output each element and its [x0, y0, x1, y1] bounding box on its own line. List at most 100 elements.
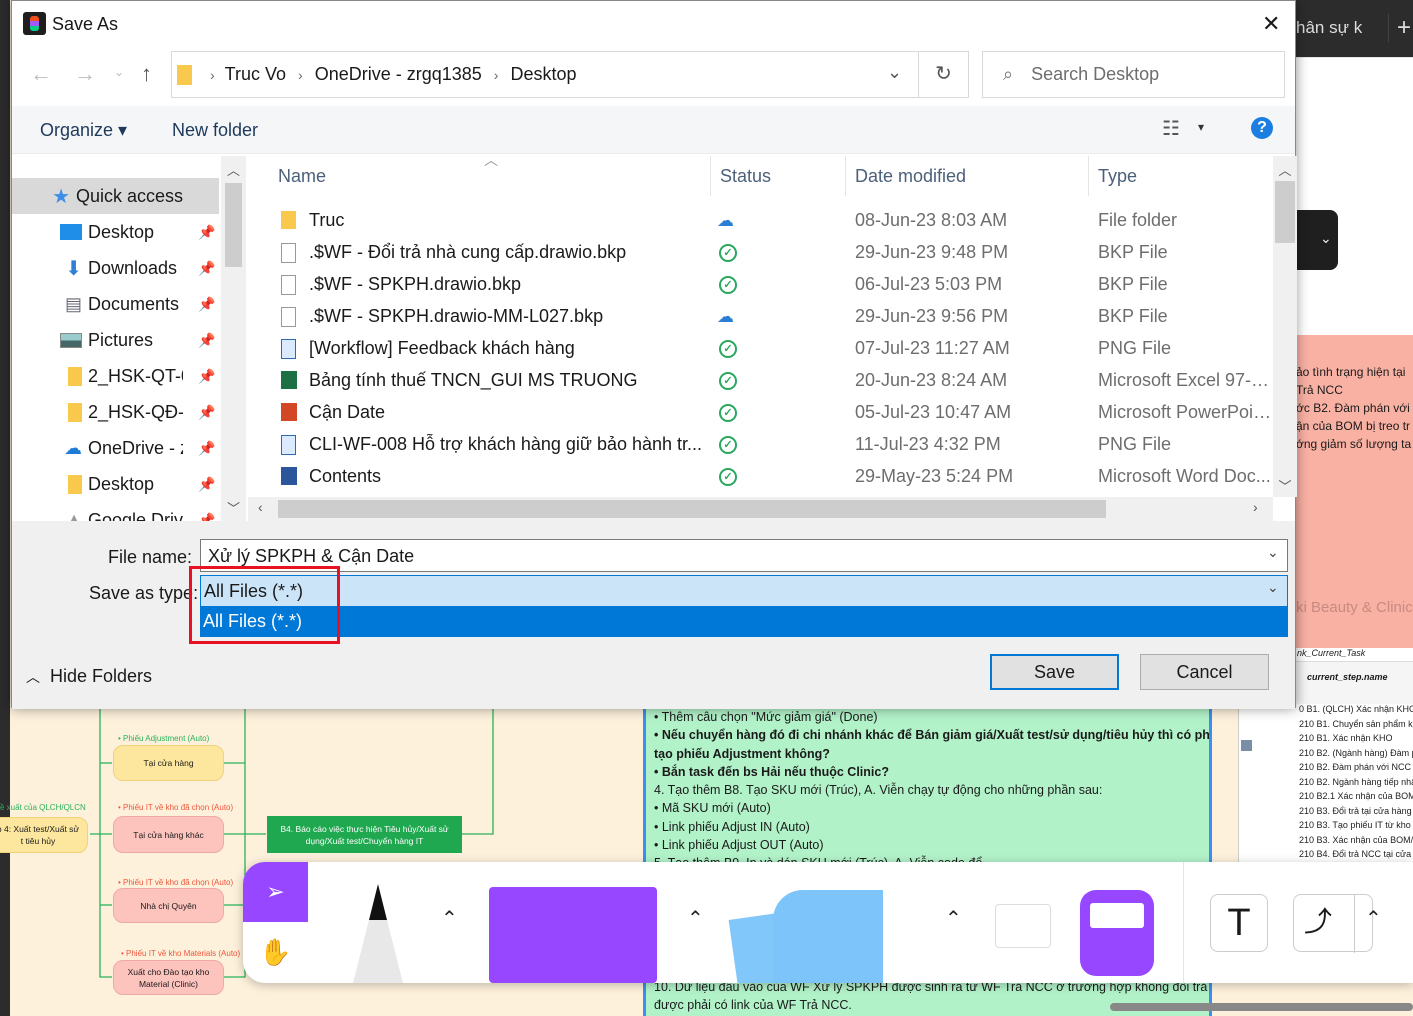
pin-icon[interactable]: 📌 — [198, 332, 215, 349]
text-tool-button[interactable]: T — [1210, 894, 1268, 952]
file-row[interactable]: [Workflow] Feedback khách hàng ✓ 07-Jul-23… — [248, 333, 1268, 365]
breadcrumb-item[interactable]: OneDrive - zrgq1385 — [315, 64, 482, 85]
cancel-button[interactable]: Cancel — [1140, 654, 1269, 690]
column-header-status[interactable]: Status — [720, 166, 771, 187]
nav-item[interactable]: Desktop 📌 — [12, 466, 219, 502]
column-header-type[interactable]: Type — [1098, 166, 1137, 187]
flow-node[interactable]: Tại cửa hàng — [113, 745, 224, 781]
nav-scrollbar[interactable]: ︿ ﹀ — [221, 156, 246, 521]
synced-status-icon: ✓ — [719, 244, 737, 262]
figma-tab[interactable]: hân sự k — [1296, 18, 1362, 38]
pen-tool[interactable] — [343, 882, 413, 983]
chevron-down-icon[interactable]: ⌄ — [1267, 579, 1279, 596]
pin-icon[interactable]: 📌 — [198, 440, 215, 457]
widget-tool[interactable] — [1080, 890, 1154, 976]
refresh-button[interactable]: ↻ — [918, 52, 968, 97]
file-row[interactable]: .$WF - SPKPH.drawio-MM-L027.bkp ☁ 29-Jun-2… — [248, 301, 1268, 333]
table-row[interactable]: 210 B2. Đàm phán với NCC — [1239, 762, 1413, 777]
chevron-up-icon[interactable]: ⌃ — [441, 906, 458, 931]
save-as-type-option[interactable]: All Files (*.*) — [200, 607, 1288, 637]
table-row[interactable]: 210 B2. Ngành hàng tiếp nhận t — [1239, 777, 1413, 792]
move-tool-button[interactable]: ➢ — [243, 862, 308, 922]
up-button[interactable]: ↑ — [141, 61, 152, 87]
note-line: được phải có link của WF Trả NCC. — [654, 998, 852, 1012]
file-row[interactable]: Cận Date ✓ 05-Jul-23 10:47 AM Microsoft Pow… — [248, 397, 1273, 429]
file-row[interactable]: CLI-WF-008 Hỗ trợ khách hàng giữ bảo hàn… — [248, 429, 1268, 461]
nav-item[interactable]: ⬇ Downloads 📌 — [12, 250, 219, 286]
column-header-date[interactable]: Date modified — [855, 166, 966, 187]
pin-icon[interactable]: 📌 — [198, 224, 215, 241]
file-row[interactable]: Truc ☁ 08-Jun-23 8:03 AM File folder — [248, 205, 1268, 237]
table-row[interactable]: 210 B3. Tạo phiếu IT từ kho NG — [1239, 820, 1413, 835]
pin-icon[interactable]: 📌 — [198, 476, 215, 493]
address-dropdown-icon[interactable]: ⌄ — [887, 62, 902, 83]
forward-button[interactable]: → — [74, 61, 96, 87]
floating-toolbar[interactable]: ⌄ — [1296, 210, 1338, 270]
nav-item[interactable]: 2_HSK-QT-03 📌 — [12, 358, 219, 394]
file-list-scrollbar[interactable]: ︿ ﹀ — [1273, 156, 1297, 497]
horizontal-scrollbar[interactable] — [1110, 1003, 1413, 1011]
new-tab-button[interactable]: + — [1388, 14, 1411, 42]
file-date: 06-Jul-23 5:03 PM — [855, 274, 1003, 294]
file-name-input[interactable]: Xử lý SPKPH & Cận Date ⌄ — [200, 539, 1288, 572]
hand-tool-button[interactable]: ✋ — [243, 922, 308, 983]
chevron-down-icon[interactable]: ⌄ — [1267, 544, 1279, 561]
table-row[interactable]: 210 B3. Đổi trả tại cửa hàng — [1239, 806, 1413, 821]
breadcrumb-item[interactable]: Desktop — [510, 64, 576, 85]
pin-icon[interactable]: 📌 — [198, 296, 215, 313]
connector-tool-button[interactable]: ⤴ — [1293, 894, 1373, 953]
chevron-up-icon[interactable]: ⌃ — [945, 906, 962, 931]
view-options-icon[interactable]: ☷ — [1162, 116, 1180, 141]
back-button[interactable]: ← — [30, 61, 52, 87]
nav-item[interactable]: 2_HSK-QĐ-03 📌 — [12, 394, 219, 430]
chevron-up-icon[interactable]: ⌃ — [687, 906, 704, 931]
view-dropdown-icon[interactable]: ▾ — [1198, 120, 1204, 134]
nav-item[interactable]: ★ Quick access — [12, 178, 219, 214]
flow-node[interactable]: p 4: Xuất test/Xuất sử t tiêu hủy — [0, 817, 88, 853]
chevron-down-icon[interactable]: ⌄ — [1320, 230, 1332, 247]
flow-node[interactable]: Tại cửa hàng khác — [113, 816, 224, 853]
help-button[interactable]: ? — [1251, 117, 1273, 139]
table-row[interactable]: 210 B1. Chuyển sản phẩm khôn — [1239, 719, 1413, 734]
nav-item[interactable]: ▤ Documents 📌 — [12, 286, 219, 322]
recent-locations-button[interactable]: ⌄ — [114, 65, 124, 79]
collapse-icon[interactable] — [1241, 740, 1252, 751]
file-list-hscrollbar[interactable]: ‹ › — [248, 497, 1273, 521]
organize-menu[interactable]: Organize ▾ — [40, 120, 127, 141]
shape-tool[interactable] — [489, 887, 657, 983]
file-row[interactable]: .$WF - Đổi trả nhà cung cấp.drawio.bkp ✓ 2… — [248, 237, 1268, 269]
breadcrumb-item[interactable]: Truc Vo — [225, 64, 286, 85]
pin-icon[interactable]: 📌 — [198, 404, 215, 421]
pin-icon[interactable]: 📌 — [198, 260, 215, 277]
chevron-up-icon[interactable]: ⌃ — [1365, 906, 1382, 931]
file-row[interactable]: Contents ✓ 29-May-23 5:24 PM Microsoft Word… — [248, 461, 1271, 493]
save-button[interactable]: Save — [990, 654, 1119, 690]
address-bar[interactable]: › Truc Vo › OneDrive - zrgq1385 › Desktop ⌄… — [171, 51, 969, 98]
pin-icon[interactable]: 📌 — [198, 368, 215, 385]
table-row[interactable]: 210 B2.1 Xác nhận của BOM/B — [1239, 791, 1413, 806]
save-as-type-select[interactable]: All Files (*.*) ⌄ — [200, 575, 1288, 607]
nav-item[interactable]: Desktop 📌 — [12, 214, 219, 250]
flow-label: • Phiếu IT về kho đã chọn (Auto) — [118, 878, 234, 887]
close-button[interactable]: ✕ — [1262, 11, 1280, 37]
new-folder-button[interactable]: New folder — [172, 120, 258, 141]
table-row[interactable]: 210 B3. Xác nhận của BOM/BO — [1239, 835, 1413, 850]
table-row[interactable]: 210 B2. (Ngành hàng) Đàm phá — [1239, 748, 1413, 763]
flow-node[interactable]: Nhà chị Quyên — [113, 888, 224, 923]
folder-icon — [12, 366, 88, 386]
flow-node[interactable]: Xuất cho Đào tạo kho Material (Clinic) — [113, 960, 224, 995]
table-row[interactable]: 210 B1. Xác nhận KHO — [1239, 733, 1413, 748]
file-row[interactable]: .$WF - SPKPH.drawio.bkp ✓ 06-Jul-23 5:03 P… — [248, 269, 1268, 301]
nav-item[interactable]: Pictures 📌 — [12, 322, 219, 358]
hide-folders-button[interactable]: ︿ Hide Folders — [26, 666, 152, 687]
file-row[interactable]: Bảng tính thuế TNCN_GUI MS TRUONG ✓ 20-Jun… — [248, 365, 1273, 397]
template-thumbnail[interactable] — [995, 904, 1051, 948]
column-header-name[interactable]: Name — [278, 166, 326, 187]
word-file-icon — [281, 467, 297, 487]
nav-item[interactable]: ☁ OneDrive - zrı 📌 — [12, 430, 219, 466]
nav-item[interactable]: ▲ Google Drive 📌 — [12, 502, 219, 522]
search-box[interactable]: ⌕ Search Desktop — [982, 51, 1285, 98]
note-line: ảo tình trạng hiện tại — [1296, 365, 1406, 379]
flow-node[interactable]: B4. Báo cáo việc thực hiện Tiêu hủy/Xuất… — [267, 816, 462, 853]
pin-icon[interactable]: 📌 — [198, 512, 215, 522]
